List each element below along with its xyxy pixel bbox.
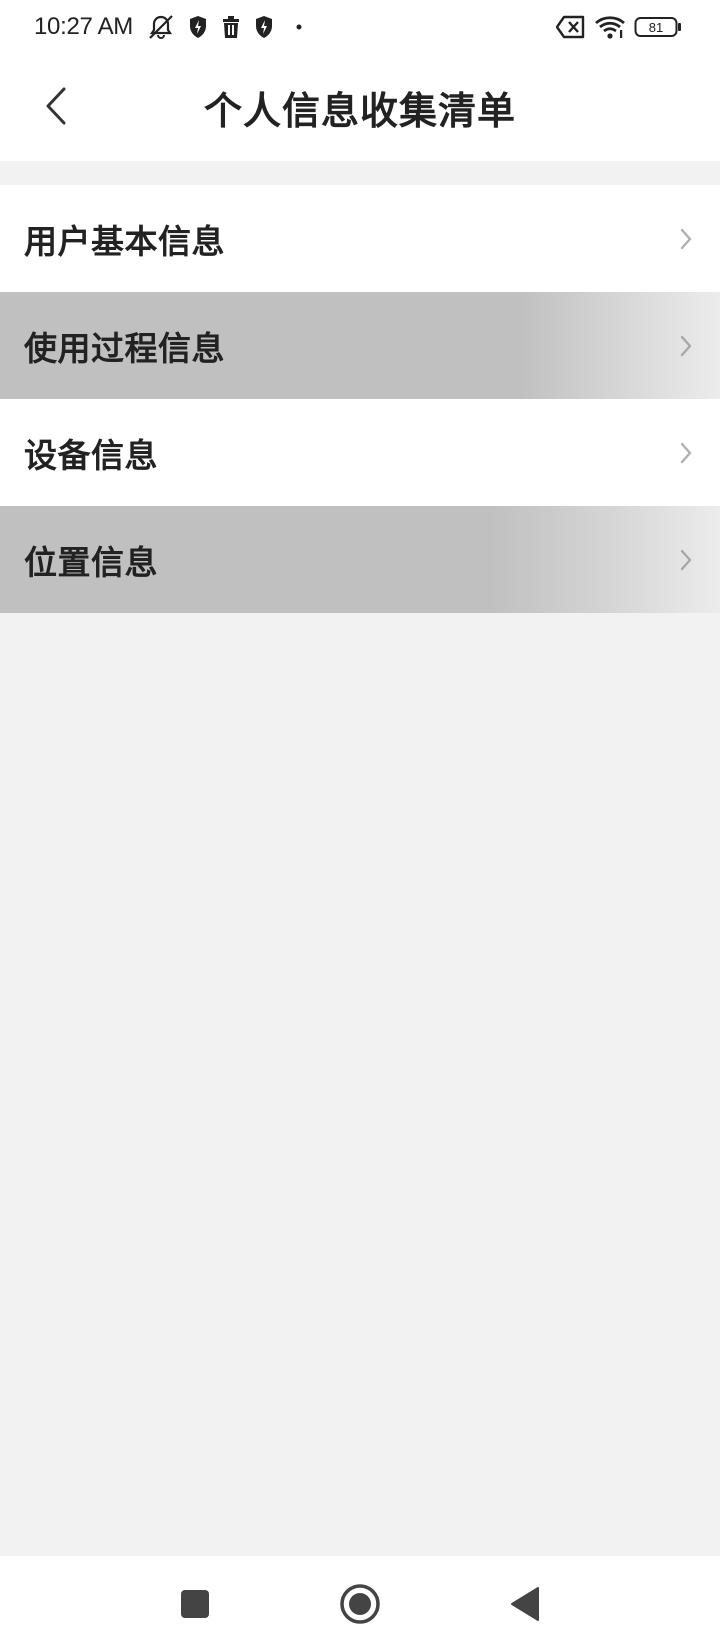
status-time: 10:27 AM	[34, 13, 134, 40]
chevron-right-icon	[676, 439, 696, 467]
menu-item-label: 用户基本信息	[24, 222, 225, 261]
menu-item-label: 位置信息	[24, 543, 158, 582]
dot-icon	[294, 13, 304, 41]
no-sim-icon	[556, 13, 586, 41]
home-button[interactable]	[332, 1576, 388, 1632]
shield-bolt-icon	[252, 13, 276, 41]
menu-item-location-info[interactable]: 位置信息	[0, 506, 720, 613]
shield-bolt-icon	[186, 13, 210, 41]
status-bar: 10:27 AM 81	[0, 0, 720, 54]
chevron-right-icon	[676, 225, 696, 253]
back-nav-button[interactable]	[497, 1576, 553, 1632]
system-nav-bar	[0, 1556, 720, 1650]
battery-icon: 81	[634, 13, 682, 41]
menu-item-usage-info[interactable]: 使用过程信息	[0, 292, 720, 399]
chevron-right-icon	[676, 332, 696, 360]
mute-notifications-icon	[146, 13, 176, 41]
trash-icon	[219, 13, 243, 41]
back-triangle-icon	[511, 1587, 539, 1621]
wifi-icon	[594, 13, 626, 41]
page-title: 个人信息收集清单	[203, 89, 516, 133]
app-header: 个人信息收集清单	[0, 54, 720, 161]
menu-item-label: 使用过程信息	[24, 329, 225, 368]
chevron-right-icon	[676, 546, 696, 574]
battery-level: 81	[649, 20, 663, 35]
menu-item-device-info[interactable]: 设备信息	[0, 399, 720, 506]
menu-item-basic-info[interactable]: 用户基本信息	[0, 185, 720, 292]
menu-item-label: 设备信息	[24, 436, 158, 475]
recents-square-icon	[181, 1590, 209, 1618]
home-circle-icon	[340, 1584, 380, 1624]
info-category-list: 用户基本信息 使用过程信息 设备信息 位置信息	[0, 185, 720, 613]
recents-button[interactable]	[167, 1576, 223, 1632]
